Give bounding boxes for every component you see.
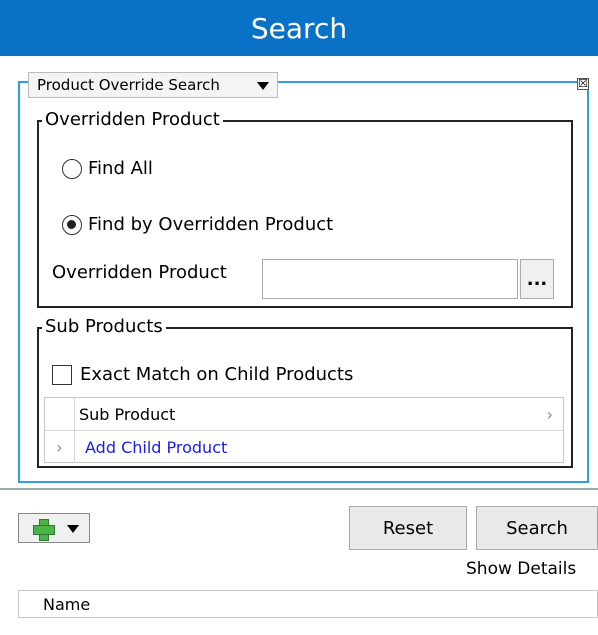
search-type-label: Product Override Search <box>37 76 220 94</box>
add-split-button[interactable] <box>18 513 90 543</box>
find-all-radio[interactable] <box>62 158 82 179</box>
section-divider <box>0 488 598 490</box>
find-by-overridden-label: Find by Overridden Product <box>88 214 334 235</box>
close-panel-icon[interactable]: ☒ <box>577 78 589 90</box>
green-plus-icon-bar <box>33 525 55 535</box>
exact-match-row[interactable]: Exact Match on Child Products <box>52 364 353 385</box>
search-type-dropdown[interactable]: Product Override Search <box>28 72 278 98</box>
chevron-right-icon[interactable]: › <box>547 405 563 424</box>
add-child-product-link[interactable]: Add Child Product <box>75 438 227 457</box>
overridden-product-input[interactable] <box>262 259 518 299</box>
sub-product-column-header[interactable]: Sub Product <box>75 405 547 424</box>
sub-products-legend: Sub Products <box>42 316 166 338</box>
overridden-product-legend: Overridden Product <box>42 109 223 131</box>
dropdown-arrow-icon <box>67 525 79 533</box>
exact-match-label: Exact Match on Child Products <box>80 364 354 385</box>
find-by-overridden-radio[interactable] <box>62 214 82 235</box>
results-grid-header: Name <box>18 590 598 618</box>
find-by-overridden-radio-row[interactable]: Find by Overridden Product <box>62 214 333 235</box>
dropdown-arrow-icon <box>257 82 269 90</box>
results-row-gutter <box>19 591 43 617</box>
sub-product-grid: Sub Product › › Add Child Product <box>44 397 564 463</box>
reset-button[interactable]: Reset <box>349 506 467 550</box>
sub-product-header-row: Sub Product › <box>45 398 563 431</box>
name-column-header[interactable]: Name <box>43 595 90 614</box>
row-header-gutter <box>45 398 75 430</box>
find-all-radio-row[interactable]: Find All <box>62 158 153 179</box>
find-all-label: Find All <box>88 158 153 179</box>
row-expand-chevron-icon[interactable]: › <box>45 431 75 463</box>
window-title: Search <box>0 0 598 56</box>
overridden-product-field-label: Overridden Product <box>52 262 227 283</box>
exact-match-checkbox[interactable] <box>52 364 72 385</box>
browse-product-button[interactable]: ... <box>520 259 554 299</box>
search-button[interactable]: Search <box>476 506 598 550</box>
add-child-product-row[interactable]: › Add Child Product <box>45 431 563 463</box>
show-details-link[interactable]: Show Details <box>466 559 576 579</box>
